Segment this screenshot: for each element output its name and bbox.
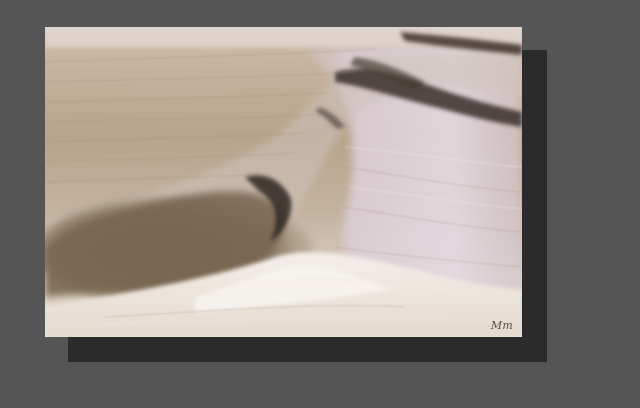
wave-photograph: Mm (45, 27, 522, 337)
page-canvas: Mm (0, 0, 640, 408)
photographer-signature: Mm (490, 319, 513, 332)
wave-image (45, 27, 522, 337)
